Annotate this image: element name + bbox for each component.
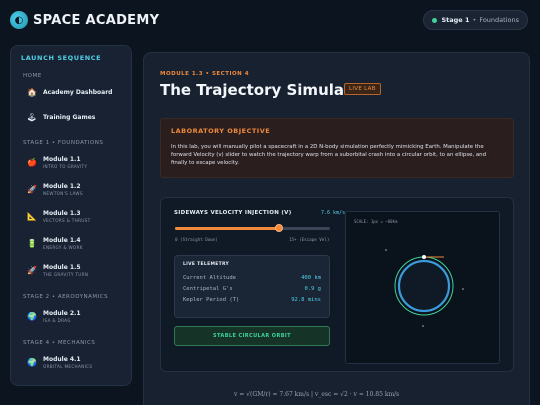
orbit-visualizer: SCALE: 1px = ~80km: [345, 211, 500, 364]
rocket-icon: 🚀: [27, 185, 37, 194]
sidebar-item-label: Academy Dashboard: [43, 89, 113, 96]
orbit-status-button[interactable]: STABLE CIRCULAR ORBIT: [174, 326, 330, 346]
breadcrumb-separator: •: [472, 16, 477, 24]
telemetry-key: Current Altitude: [183, 274, 236, 281]
telemetry-row: Kepler Period (T) 92.8 mins: [183, 294, 321, 305]
telemetry-card: LIVE TELEMETRY Current Altitude 400 km C…: [174, 255, 330, 318]
slider-fill: [175, 227, 279, 230]
telemetry-key: Centripetal G's: [183, 285, 233, 292]
sidebar-item-module-1-1[interactable]: 🍎 Module 1.1 INTRO TO GRAVITY: [11, 156, 133, 169]
sidebar-item-sub: NEWTON'S LAWS: [43, 191, 83, 196]
slider-max-label: 15+ (Escape Vel): [289, 237, 330, 242]
sidebar-item-module-1-4[interactable]: 🔋 Module 1.4 ENERGY & WORK: [11, 237, 133, 250]
page-title: The Trajectory Simulator: [160, 81, 369, 99]
module-tag: MODULE 1.3 • SECTION 4: [160, 71, 250, 77]
telemetry-value: 92.8 mins: [291, 296, 321, 303]
sidebar-item-module-1-2[interactable]: 🚀 Module 1.2 NEWTON'S LAWS: [11, 183, 133, 196]
orbit-canvas: [385, 249, 464, 327]
velocity-value: 7.6 km/s: [321, 210, 346, 216]
house-icon: 🏠: [27, 88, 37, 97]
planet-logo-icon: ◐: [10, 11, 28, 29]
objective-card: LABORATORY OBJECTIVE In this lab, you wi…: [160, 118, 514, 178]
telemetry-value: 0.9 g: [304, 285, 321, 292]
sidebar-item-module-1-3[interactable]: 📐 Module 1.3 VECTORS & THRUST: [11, 210, 133, 223]
telemetry-row: Current Altitude 400 km: [183, 272, 321, 283]
battery-icon: 🔋: [27, 239, 37, 248]
sidebar-item-dashboard[interactable]: 🏠 Academy Dashboard: [11, 88, 133, 97]
apple-icon: 🍎: [27, 158, 37, 167]
sidebar-heading-home: HOME: [23, 73, 42, 79]
simulator-panel: SIDEWAYS VELOCITY INJECTION (V) 7.6 km/s…: [160, 197, 514, 372]
star: [385, 249, 387, 251]
telemetry-value: 400 km: [301, 274, 321, 281]
slider-thumb[interactable]: [274, 224, 283, 232]
status-dot-icon: [432, 17, 438, 23]
telemetry-row: Centripetal G's 0.9 g: [183, 283, 321, 294]
telemetry-title: LIVE TELEMETRY: [183, 262, 230, 267]
sidebar-item-sub: ORBITAL MECHANICS: [43, 364, 93, 369]
telemetry-key: Kepler Period (T): [183, 296, 240, 303]
sidebar-item-label: Module 1.3: [43, 210, 81, 217]
objective-title: LABORATORY OBJECTIVE: [171, 127, 271, 135]
sidebar-item-sub: VECTORS & THRUST: [43, 218, 91, 223]
globe-icon: 🌍: [27, 358, 37, 367]
orbital-formula: v = √(GM/r) ≈ 7.67 km/s | v_esc = √2 · v…: [234, 391, 400, 398]
velocity-slider[interactable]: [175, 224, 330, 232]
sidebar-item-label: Module 4.1: [43, 356, 81, 363]
breadcrumb-stage-name: Foundations: [479, 16, 519, 24]
sidebar-item-module-4-1[interactable]: 🌍 Module 4.1 ORBITAL MECHANICS: [11, 356, 133, 369]
sidebar-heading-stage2: STAGE 2 • AERODYNAMICS: [23, 294, 109, 300]
sidebar-item-module-1-5[interactable]: 🚀 Module 1.5 THE GRAVITY TURN: [11, 264, 133, 277]
objective-text: In this lab, you will manually pilot a s…: [171, 144, 487, 166]
sidebar-item-sub: ENERGY & WORK: [43, 245, 83, 250]
earth-planet: [397, 259, 451, 313]
stage-breadcrumb[interactable]: Stage 1 • Foundations: [423, 10, 528, 30]
sidebar-heading-stage1: STAGE 1 • FOUNDATIONS: [23, 140, 104, 146]
globe-icon: 🌍: [27, 312, 37, 321]
ruler-icon: 📐: [27, 212, 37, 221]
sidebar-heading-stage4: STAGE 4 • MECHANICS: [23, 340, 96, 346]
main-panel: MODULE 1.3 • SECTION 4 The Trajectory Si…: [143, 52, 530, 405]
sidebar-item-sub: THE GRAVITY TURN: [43, 272, 89, 277]
sidebar-item-sub: INTRO TO GRAVITY: [43, 164, 88, 169]
rocket-icon: 🚀: [27, 266, 37, 275]
sidebar-item-label: Module 1.4: [43, 237, 81, 244]
sidebar-item-sub: ISA & DRAG: [43, 318, 71, 323]
joystick-icon: 🕹: [26, 113, 38, 122]
live-lab-badge: LIVE LAB: [344, 83, 381, 95]
breadcrumb-stage: Stage 1: [441, 16, 470, 24]
sidebar-item-label: Module 2.1: [43, 310, 81, 317]
sidebar-item-label: Module 1.5: [43, 264, 81, 271]
sidebar-item-label: Module 1.1: [43, 156, 81, 163]
sidebar-item-label: Training Games: [43, 114, 96, 121]
star: [462, 288, 464, 290]
sidebar-item-training-games[interactable]: 🕹 Training Games: [11, 113, 133, 122]
slider-min-label: 0 (Straight Down): [175, 237, 218, 242]
sidebar-item-module-2-1[interactable]: 🌍 Module 2.1 ISA & DRAG: [11, 310, 133, 323]
velocity-label: SIDEWAYS VELOCITY INJECTION (V): [174, 210, 292, 216]
spacecraft-icon: [422, 255, 426, 259]
star: [422, 325, 424, 327]
sidebar: LAUNCH SEQUENCE HOME 🏠 Academy Dashboard…: [10, 45, 132, 386]
sidebar-item-label: Module 1.2: [43, 183, 81, 190]
sidebar-title: LAUNCH SEQUENCE: [21, 54, 102, 62]
brand-title: SPACE ACADEMY: [33, 12, 160, 28]
